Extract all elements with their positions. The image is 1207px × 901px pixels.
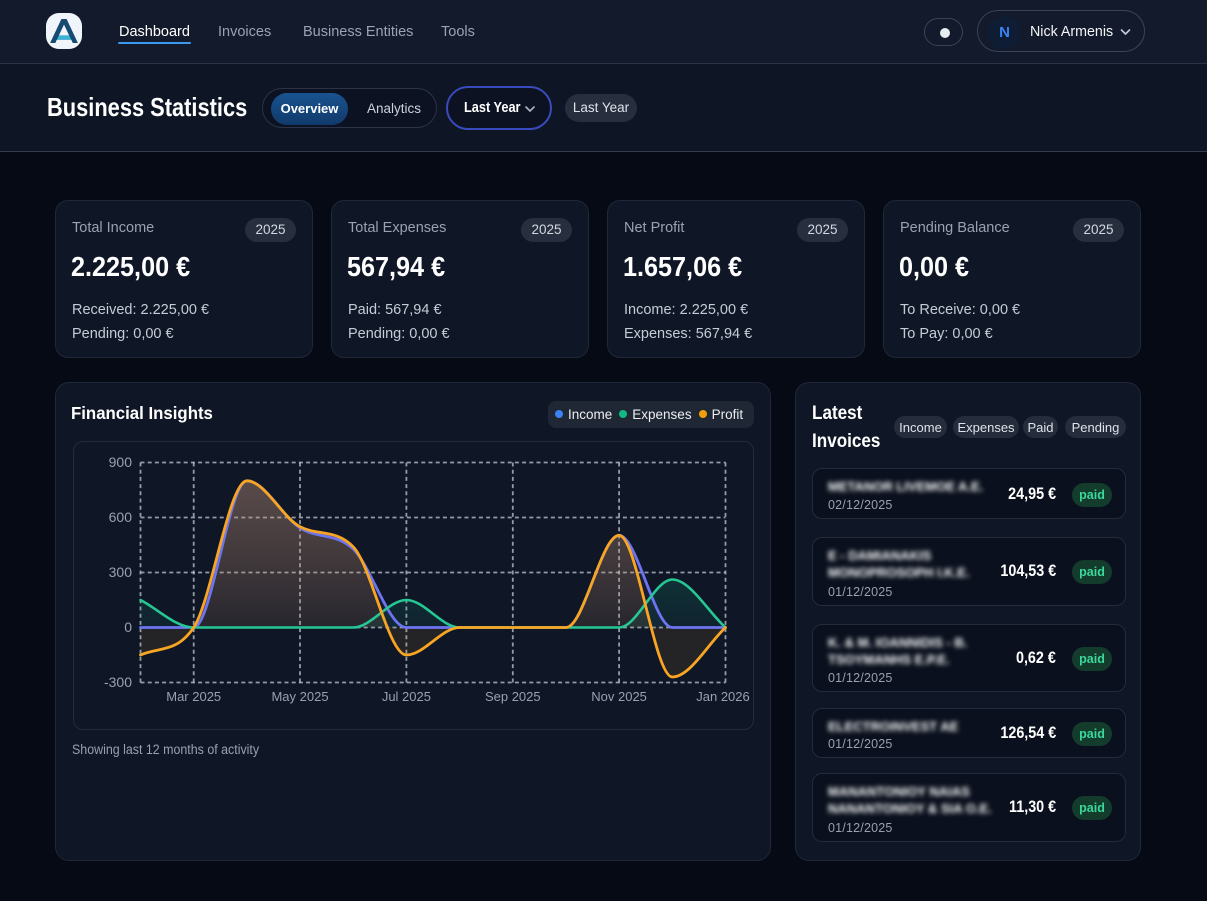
- svg-text:Nov 2025: Nov 2025: [591, 689, 647, 704]
- svg-text:600: 600: [109, 509, 133, 525]
- svg-text:Jul 2025: Jul 2025: [382, 689, 431, 704]
- svg-text:900: 900: [109, 454, 133, 470]
- svg-text:Mar 2025: Mar 2025: [166, 689, 221, 704]
- svg-text:May 2025: May 2025: [271, 689, 328, 704]
- svg-text:0: 0: [124, 619, 132, 635]
- svg-text:300: 300: [109, 564, 133, 580]
- svg-text:-300: -300: [104, 674, 132, 690]
- svg-text:Sep 2025: Sep 2025: [485, 689, 541, 704]
- svg-text:Jan 2026: Jan 2026: [696, 689, 750, 704]
